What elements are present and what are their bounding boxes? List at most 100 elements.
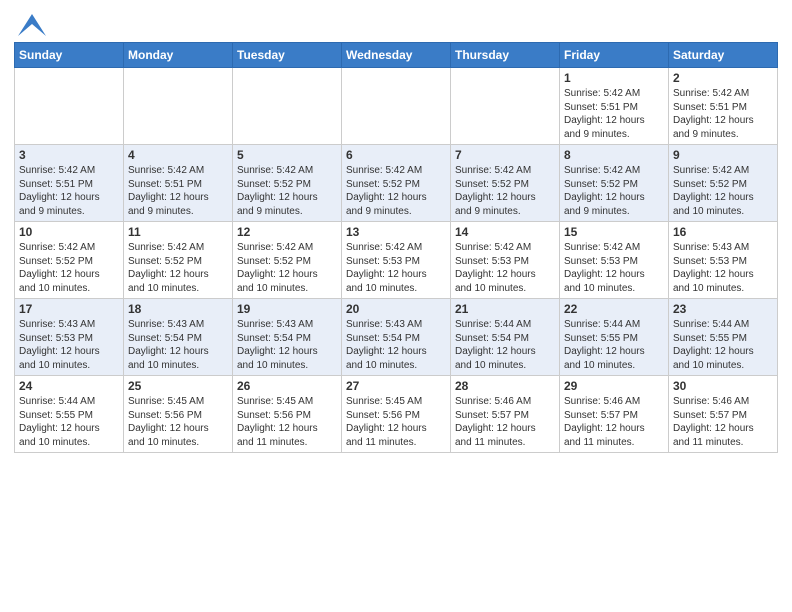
- calendar-cell: 27Sunrise: 5:45 AM Sunset: 5:56 PM Dayli…: [342, 376, 451, 453]
- day-number: 5: [237, 148, 337, 162]
- day-number: 19: [237, 302, 337, 316]
- day-number: 28: [455, 379, 555, 393]
- weekday-header-monday: Monday: [124, 43, 233, 68]
- day-info: Sunrise: 5:42 AM Sunset: 5:53 PM Dayligh…: [455, 241, 555, 295]
- calendar-cell: 18Sunrise: 5:43 AM Sunset: 5:54 PM Dayli…: [124, 299, 233, 376]
- day-info: Sunrise: 5:42 AM Sunset: 5:51 PM Dayligh…: [128, 164, 228, 218]
- day-info: Sunrise: 5:43 AM Sunset: 5:53 PM Dayligh…: [19, 318, 119, 372]
- calendar-cell: [15, 68, 124, 145]
- calendar-cell: 21 Sunrise: 5:44 AM Sunset: 5:54 PM Dayli…: [451, 299, 560, 376]
- day-info: Sunrise: 5:46 AM Sunset: 5:57 PM Dayligh…: [564, 395, 664, 449]
- day-number: 12: [237, 225, 337, 239]
- day-number: 15: [564, 225, 664, 239]
- weekday-header-sunday: Sunday: [15, 43, 124, 68]
- day-info: Sunrise: 5:42 AM Sunset: 5:52 PM Dayligh…: [455, 164, 555, 218]
- day-number: 20: [346, 302, 446, 316]
- day-info: Sunrise: 5:44 AM Sunset: 5:55 PM Dayligh…: [564, 318, 664, 372]
- header: [14, 10, 778, 36]
- calendar-cell: 10 Sunrise: 5:42 AM Sunset: 5:52 PM Dayli…: [15, 222, 124, 299]
- day-number: 24: [19, 379, 119, 393]
- day-number: 1: [564, 71, 664, 85]
- day-info: Sunrise: 5:42 AM Sunset: 5:51 PM Dayligh…: [673, 87, 773, 141]
- weekday-header-friday: Friday: [560, 43, 669, 68]
- calendar-cell: 3 Sunrise: 5:42 AM Sunset: 5:51 PM Daylig…: [15, 145, 124, 222]
- calendar-cell: 8 Sunrise: 5:42 AM Sunset: 5:52 PM Daylig…: [560, 145, 669, 222]
- day-info: Sunrise: 5:45 AM Sunset: 5:56 PM Dayligh…: [346, 395, 446, 449]
- calendar-cell: 22Sunrise: 5:44 AM Sunset: 5:55 PM Dayli…: [560, 299, 669, 376]
- day-number: 23: [673, 302, 773, 316]
- calendar-cell: 24 Sunrise: 5:44 AM Sunset: 5:55 PM Dayli…: [15, 376, 124, 453]
- day-info: Sunrise: 5:42 AM Sunset: 5:52 PM Dayligh…: [128, 241, 228, 295]
- calendar-cell: 14Sunrise: 5:42 AM Sunset: 5:53 PM Dayli…: [451, 222, 560, 299]
- calendar-cell: 6 Sunrise: 5:42 AM Sunset: 5:52 PM Daylig…: [342, 145, 451, 222]
- day-info: Sunrise: 5:45 AM Sunset: 5:56 PM Dayligh…: [128, 395, 228, 449]
- calendar-cell: 25 Sunrise: 5:45 AM Sunset: 5:56 PM Dayli…: [124, 376, 233, 453]
- weekday-header-thursday: Thursday: [451, 43, 560, 68]
- calendar-table: SundayMondayTuesdayWednesdayThursdayFrid…: [14, 42, 778, 453]
- day-number: 25: [128, 379, 228, 393]
- day-info: Sunrise: 5:44 AM Sunset: 5:54 PM Dayligh…: [455, 318, 555, 372]
- day-number: 4: [128, 148, 228, 162]
- day-info: Sunrise: 5:46 AM Sunset: 5:57 PM Dayligh…: [455, 395, 555, 449]
- day-info: Sunrise: 5:43 AM Sunset: 5:54 PM Dayligh…: [346, 318, 446, 372]
- calendar-cell: 19 Sunrise: 5:43 AM Sunset: 5:54 PM Dayli…: [233, 299, 342, 376]
- weekday-header-tuesday: Tuesday: [233, 43, 342, 68]
- day-info: Sunrise: 5:44 AM Sunset: 5:55 PM Dayligh…: [19, 395, 119, 449]
- day-number: 30: [673, 379, 773, 393]
- calendar-week-4: 17 Sunrise: 5:43 AM Sunset: 5:53 PM Dayli…: [15, 299, 778, 376]
- day-number: 3: [19, 148, 119, 162]
- day-number: 21: [455, 302, 555, 316]
- calendar-cell: 30 Sunrise: 5:46 AM Sunset: 5:57 PM Dayli…: [669, 376, 778, 453]
- day-info: Sunrise: 5:42 AM Sunset: 5:52 PM Dayligh…: [237, 164, 337, 218]
- calendar-cell: 17 Sunrise: 5:43 AM Sunset: 5:53 PM Dayli…: [15, 299, 124, 376]
- calendar-week-3: 10 Sunrise: 5:42 AM Sunset: 5:52 PM Dayli…: [15, 222, 778, 299]
- day-info: Sunrise: 5:44 AM Sunset: 5:55 PM Dayligh…: [673, 318, 773, 372]
- calendar-week-2: 3 Sunrise: 5:42 AM Sunset: 5:51 PM Daylig…: [15, 145, 778, 222]
- day-info: Sunrise: 5:46 AM Sunset: 5:57 PM Dayligh…: [673, 395, 773, 449]
- day-info: Sunrise: 5:42 AM Sunset: 5:52 PM Dayligh…: [673, 164, 773, 218]
- weekday-header-saturday: Saturday: [669, 43, 778, 68]
- calendar-cell: [342, 68, 451, 145]
- day-number: 2: [673, 71, 773, 85]
- calendar-cell: 4 Sunrise: 5:42 AM Sunset: 5:51 PM Daylig…: [124, 145, 233, 222]
- day-info: Sunrise: 5:43 AM Sunset: 5:54 PM Dayligh…: [128, 318, 228, 372]
- calendar-cell: 12Sunrise: 5:42 AM Sunset: 5:52 PM Dayli…: [233, 222, 342, 299]
- day-info: Sunrise: 5:42 AM Sunset: 5:53 PM Dayligh…: [564, 241, 664, 295]
- day-number: 17: [19, 302, 119, 316]
- day-info: Sunrise: 5:42 AM Sunset: 5:52 PM Dayligh…: [564, 164, 664, 218]
- day-info: Sunrise: 5:43 AM Sunset: 5:53 PM Dayligh…: [673, 241, 773, 295]
- day-number: 9: [673, 148, 773, 162]
- weekday-header-wednesday: Wednesday: [342, 43, 451, 68]
- day-info: Sunrise: 5:42 AM Sunset: 5:52 PM Dayligh…: [346, 164, 446, 218]
- day-number: 6: [346, 148, 446, 162]
- calendar-cell: 13Sunrise: 5:42 AM Sunset: 5:53 PM Dayli…: [342, 222, 451, 299]
- day-number: 8: [564, 148, 664, 162]
- calendar-cell: 11Sunrise: 5:42 AM Sunset: 5:52 PM Dayli…: [124, 222, 233, 299]
- calendar-cell: 5 Sunrise: 5:42 AM Sunset: 5:52 PM Daylig…: [233, 145, 342, 222]
- calendar-cell: 26 Sunrise: 5:45 AM Sunset: 5:56 PM Dayli…: [233, 376, 342, 453]
- calendar-week-5: 24 Sunrise: 5:44 AM Sunset: 5:55 PM Dayli…: [15, 376, 778, 453]
- calendar-cell: 7 Sunrise: 5:42 AM Sunset: 5:52 PM Daylig…: [451, 145, 560, 222]
- day-number: 7: [455, 148, 555, 162]
- calendar-body: 1 Sunrise: 5:42 AM Sunset: 5:51 PM Daylig…: [15, 68, 778, 453]
- weekday-header-row: SundayMondayTuesdayWednesdayThursdayFrid…: [15, 43, 778, 68]
- calendar-cell: 2 Sunrise: 5:42 AM Sunset: 5:51 PM Daylig…: [669, 68, 778, 145]
- day-number: 26: [237, 379, 337, 393]
- day-number: 10: [19, 225, 119, 239]
- day-info: Sunrise: 5:42 AM Sunset: 5:51 PM Dayligh…: [19, 164, 119, 218]
- calendar-cell: [451, 68, 560, 145]
- day-info: Sunrise: 5:42 AM Sunset: 5:51 PM Dayligh…: [564, 87, 664, 141]
- day-number: 13: [346, 225, 446, 239]
- logo-icon: [18, 14, 46, 36]
- calendar-cell: 15 Sunrise: 5:42 AM Sunset: 5:53 PM Dayli…: [560, 222, 669, 299]
- calendar-cell: 28 Sunrise: 5:46 AM Sunset: 5:57 PM Dayli…: [451, 376, 560, 453]
- day-info: Sunrise: 5:42 AM Sunset: 5:52 PM Dayligh…: [19, 241, 119, 295]
- day-info: Sunrise: 5:43 AM Sunset: 5:54 PM Dayligh…: [237, 318, 337, 372]
- calendar-cell: 23 Sunrise: 5:44 AM Sunset: 5:55 PM Dayli…: [669, 299, 778, 376]
- calendar-week-1: 1 Sunrise: 5:42 AM Sunset: 5:51 PM Daylig…: [15, 68, 778, 145]
- day-info: Sunrise: 5:45 AM Sunset: 5:56 PM Dayligh…: [237, 395, 337, 449]
- calendar-cell: 16Sunrise: 5:43 AM Sunset: 5:53 PM Dayli…: [669, 222, 778, 299]
- calendar-cell: [233, 68, 342, 145]
- calendar-header: SundayMondayTuesdayWednesdayThursdayFrid…: [15, 43, 778, 68]
- calendar-cell: [124, 68, 233, 145]
